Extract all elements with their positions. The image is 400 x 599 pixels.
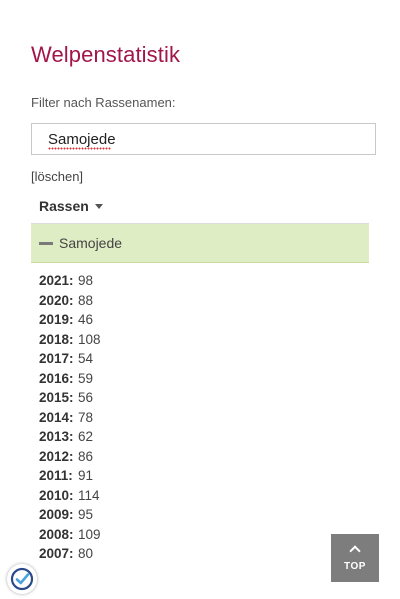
year-row: 2017: 54 [39,349,101,369]
year-row: 2020: 88 [39,291,101,311]
verified-badge[interactable] [7,564,37,594]
clear-filter-link[interactable]: [löschen] [31,169,83,184]
year-label: 2014: [39,409,74,425]
puppy-count: 59 [78,370,94,386]
caret-down-icon [94,204,103,209]
year-label: 2007: [39,546,74,561]
puppy-count: 98 [78,273,94,288]
filter-label: Filter nach Rassenamen: [31,95,176,110]
year-label: 2017: [39,351,74,366]
year-label: 2019: [39,312,74,327]
year-row: 2009: 95 [39,505,101,525]
year-label: 2008: [39,526,74,542]
chevron-up-icon [349,545,361,557]
puppy-count: 46 [78,312,94,327]
year-row: 2013: 62 [39,427,101,447]
year-row: 2012: 86 [39,447,101,467]
back-to-top-button[interactable]: TOP [331,534,379,582]
sort-header-label: Rassen [39,198,89,214]
year-row: 2011: 91 [39,466,101,486]
year-row: 2018: 108 [39,330,101,350]
puppy-count: 56 [78,390,94,405]
year-label: 2018: [39,331,74,347]
puppy-count: 114 [78,487,100,503]
year-label: 2021: [39,273,74,288]
year-row: 2021: 98 [39,271,101,291]
spellcheck-underline [48,147,111,150]
collapse-minus-icon [39,242,53,245]
breed-row-samojede[interactable]: Samojede [31,224,369,263]
puppy-count: 62 [78,429,94,444]
year-label: 2012: [39,448,74,464]
puppy-count: 86 [78,448,94,464]
year-stats-list: 2021: 98 2020: 88 2019: 46 2018: 108 2017: 54 2016… [39,271,101,564]
year-label: 2009: [39,507,74,522]
puppy-count: 78 [78,409,94,425]
back-to-top-label: TOP [344,561,366,572]
page: Welpenstatistik Filter nach Rassenamen: … [0,0,400,599]
puppy-count: 95 [78,507,94,522]
puppy-count: 54 [78,351,94,366]
breed-filter-input[interactable] [31,123,376,155]
puppy-count: 88 [78,292,94,308]
year-row: 2014: 78 [39,408,101,428]
page-title: Welpenstatistik [31,42,181,67]
year-row: 2019: 46 [39,310,101,330]
puppy-count: 80 [78,546,94,561]
year-row: 2008: 109 [39,525,101,545]
year-label: 2013: [39,429,74,444]
year-label: 2020: [39,292,74,308]
breed-name: Samojede [59,235,123,251]
year-row: 2015: 56 [39,388,101,408]
verified-check-icon [10,567,34,591]
year-row: 2010: 114 [39,486,101,506]
puppy-count: 108 [78,331,101,347]
puppy-count: 109 [78,526,101,542]
year-label: 2016: [39,370,74,386]
year-row: 2016: 59 [39,369,101,389]
year-label: 2011: [39,468,73,483]
puppy-count: 91 [78,468,94,483]
year-label: 2010: [39,487,74,503]
sort-header-breeds[interactable]: Rassen [39,198,103,214]
year-row: 2007: 80 [39,544,101,564]
year-label: 2015: [39,390,74,405]
